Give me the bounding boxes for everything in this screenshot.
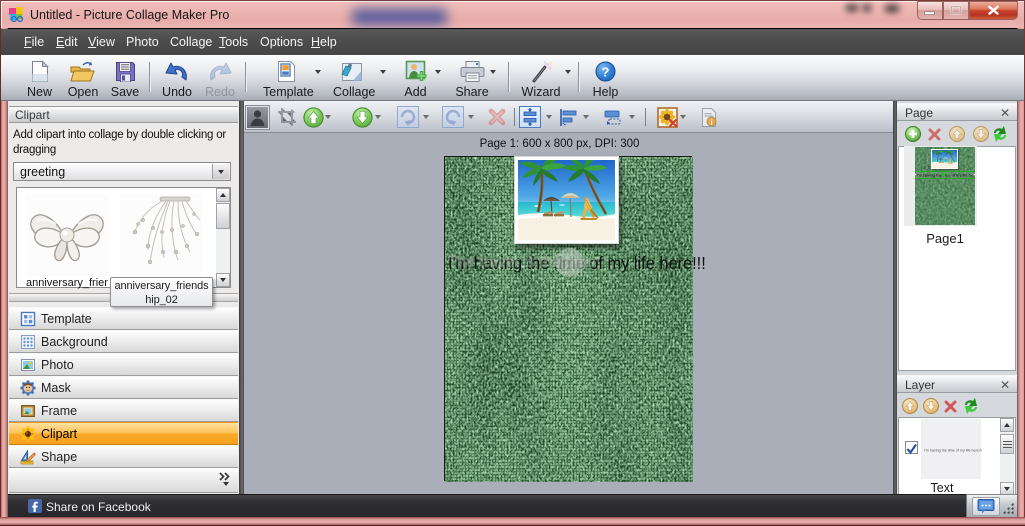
svg-text:?: ?: [602, 64, 610, 79]
svg-text:i: i: [710, 117, 712, 126]
